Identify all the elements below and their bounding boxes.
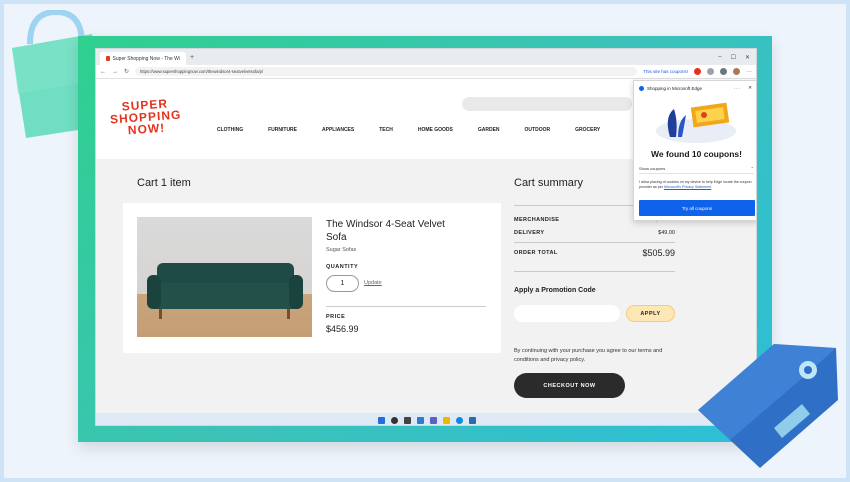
price-value: $456.99 [326, 324, 359, 334]
widgets-icon[interactable] [417, 416, 424, 424]
nav-garden[interactable]: GARDEN [478, 127, 500, 133]
cart-item-card: The Windsor 4-Seat Velvet Sofa Sugar Sof… [123, 203, 501, 353]
update-link[interactable]: Update [364, 280, 382, 286]
coupon-notice[interactable]: This site has coupons! [643, 69, 688, 74]
favorites-icon[interactable] [707, 68, 714, 75]
file-explorer-icon[interactable] [443, 416, 450, 424]
search-icon[interactable] [391, 416, 398, 424]
merchandise-label: MERCHANDISE [514, 217, 560, 223]
total-label: ORDER TOTAL [514, 250, 558, 256]
store-icon[interactable] [469, 416, 476, 424]
sofa-arm [147, 275, 161, 309]
summary-title: Cart summary [514, 177, 584, 189]
tab-bar: Super Shopping Now - The Wi + – ☐ ✕ [96, 49, 756, 65]
consent-text: I allow placing of cookies on my device … [639, 180, 754, 190]
shopping-tag-icon [639, 85, 644, 91]
price-tag-icon [698, 344, 838, 468]
maximize-button[interactable]: ☐ [731, 54, 736, 61]
divider [639, 173, 754, 174]
delivery-row: DELIVERY $49.00 [514, 230, 675, 236]
divider [326, 306, 486, 307]
quantity-label: QUANTITY [326, 264, 359, 270]
checkout-button[interactable]: CHECKOUT NOW [514, 373, 625, 398]
delivery-value: $49.00 [658, 230, 675, 236]
promo-title: Apply a Promotion Code [514, 287, 596, 294]
popup-title: Shopping in Microsoft Edge [647, 85, 703, 91]
nav-outdoor[interactable]: OUTDOOR [525, 127, 551, 133]
sofa-leg [287, 309, 290, 319]
site-favicon-icon [106, 56, 110, 61]
popup-menu-icon[interactable]: ··· [734, 86, 742, 91]
collections-icon[interactable] [720, 68, 727, 75]
sofa-seat [149, 283, 301, 309]
nav-clothing[interactable]: CLOTHING [217, 127, 243, 133]
close-window-button[interactable]: ✕ [745, 54, 750, 61]
new-tab-button[interactable]: + [190, 54, 194, 61]
legal-text: By continuing with your purchase you agr… [514, 348, 663, 363]
profile-avatar[interactable] [733, 68, 740, 75]
forward-icon[interactable]: → [112, 69, 118, 75]
refresh-icon[interactable]: ↻ [124, 68, 129, 75]
sofa-arm [289, 275, 303, 309]
address-bar[interactable]: https://www.supershoppingnow.com/thewind… [135, 67, 638, 76]
tab-active[interactable]: Super Shopping Now - The Wi [100, 52, 186, 65]
taskbar [96, 413, 756, 425]
coupon-icon[interactable] [694, 68, 701, 75]
product-name[interactable]: The Windsor 4-Seat Velvet Sofa [326, 218, 446, 244]
price-label: PRICE [326, 314, 346, 320]
divider [514, 242, 675, 243]
chat-icon[interactable] [430, 416, 437, 424]
edge-shopping-popup: Shopping in Microsoft Edge ··· ✕ We foun… [633, 80, 756, 221]
address-bar-row: ← → ↻ https://www.supershoppingnow.com/t… [96, 65, 756, 79]
divider [514, 271, 675, 272]
edge-icon[interactable] [456, 416, 463, 424]
minimize-button[interactable]: – [718, 54, 721, 61]
coupon-illustration-icon [656, 102, 736, 143]
main-nav: CLOTHING FURNITURE APPLIANCES TECH HOME … [217, 127, 600, 133]
nav-furniture[interactable]: FURNITURE [268, 127, 297, 133]
nav-tech[interactable]: TECH [379, 127, 393, 133]
site-search-input[interactable] [462, 97, 632, 111]
start-icon[interactable] [378, 416, 385, 424]
url-text: https://www.supershoppingnow.com/thewind… [140, 69, 264, 74]
show-coupons-label: Show coupons [639, 166, 666, 171]
nav-home-goods[interactable]: HOME GOODS [418, 127, 453, 133]
nav-appliances[interactable]: APPLIANCES [322, 127, 354, 133]
try-all-coupons-button[interactable]: Try all coupons [639, 200, 755, 216]
total-value: $505.99 [642, 248, 675, 258]
popup-header: Shopping in Microsoft Edge ··· ✕ [634, 81, 756, 95]
product-image[interactable] [137, 217, 312, 337]
browser-screenshot: Super Shopping Now - The Wi + – ☐ ✕ ← → … [95, 48, 757, 426]
delivery-label: DELIVERY [514, 230, 545, 236]
show-coupons-toggle[interactable]: Show coupons ⌃ [639, 166, 754, 171]
back-icon[interactable]: ← [100, 69, 106, 75]
total-row: ORDER TOTAL $505.99 [514, 248, 675, 258]
task-view-icon[interactable] [404, 416, 411, 424]
apply-button[interactable]: APPLY [626, 305, 675, 322]
settings-menu-icon[interactable]: ··· [746, 69, 752, 75]
nav-grocery[interactable]: GROCERY [575, 127, 600, 133]
chevron-up-icon: ⌃ [750, 166, 754, 171]
site-logo[interactable]: SUPER SHOPPING NOW! [109, 96, 183, 138]
quantity-input[interactable]: 1 [326, 275, 359, 292]
popup-close-icon[interactable]: ✕ [748, 85, 752, 91]
cart-title: Cart 1 item [137, 177, 191, 189]
privacy-link[interactable]: Microsoft's Privacy Statement [664, 185, 711, 189]
sofa-leg [159, 309, 162, 319]
tab-title: Super Shopping Now - The Wi [112, 55, 180, 62]
seller-name: Sugar Sofas [326, 247, 357, 253]
promo-code-input[interactable] [514, 305, 620, 322]
coupons-found-title: We found 10 coupons! [651, 149, 742, 159]
